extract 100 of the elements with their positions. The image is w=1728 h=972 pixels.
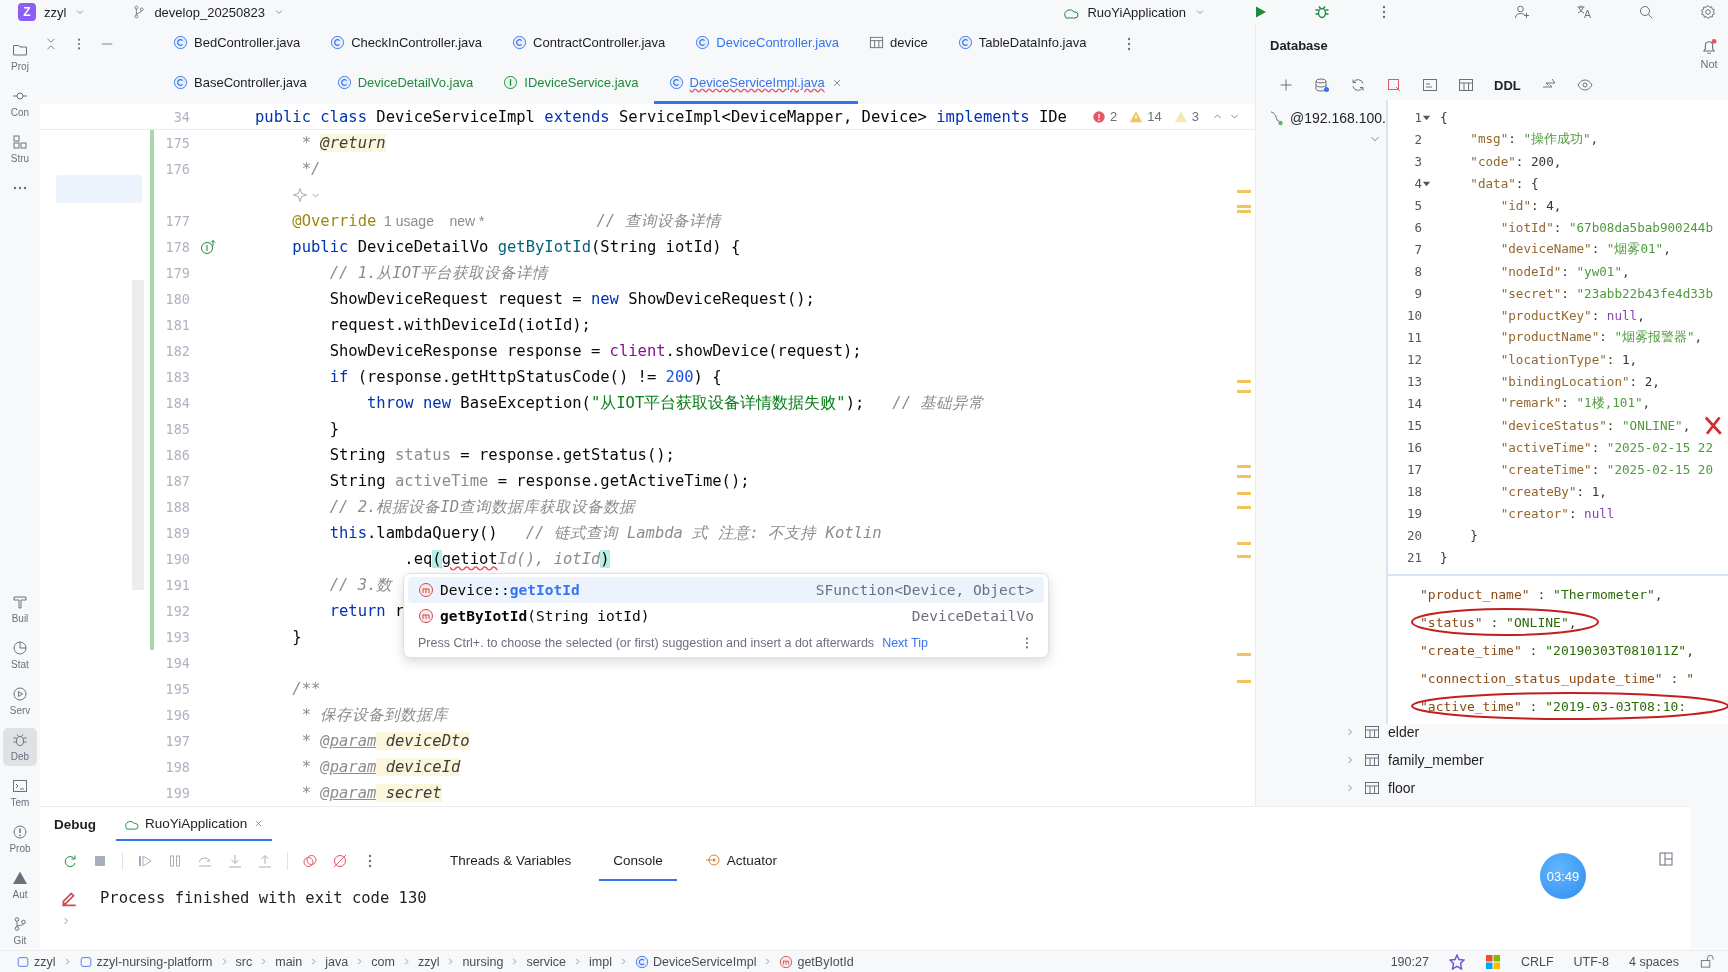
editor-tab[interactable]: BaseController.java: [158, 64, 322, 104]
project-name[interactable]: zzyl: [44, 4, 67, 20]
json-line: "iotId": "67b08da5bab900244b: [1499, 219, 1713, 235]
project-badge: Z: [18, 3, 36, 21]
code-line: this.lambdaQuery() // 链式查询 Lambda 式 注意: 不支持 Kotlin: [328, 522, 882, 544]
tree-item[interactable]: elder: [1388, 724, 1420, 740]
line-number: 181: [164, 317, 190, 333]
connection-name[interactable]: @192.168.100.: [1290, 110, 1386, 126]
notifications-label[interactable]: Not: [1700, 58, 1718, 70]
debug-tab[interactable]: Console: [599, 841, 677, 881]
json-line: "connection_status_update_time" : ": [1420, 670, 1694, 686]
breadcrumb-item[interactable]: nursing: [462, 954, 504, 969]
tool-window-button[interactable]: Tem: [3, 774, 37, 812]
breadcrumb-item[interactable]: com: [371, 954, 395, 969]
json-line: "productKey": null,: [1499, 307, 1645, 323]
file-encoding[interactable]: UTF-8: [1573, 954, 1609, 969]
line-number: 187: [164, 473, 190, 489]
editor-tab[interactable]: DeviceDetailVo.java: [321, 64, 489, 104]
json-line: "active_time" : "2019-03-03T08:10:: [1420, 698, 1687, 714]
breadcrumb-item[interactable]: zzyl: [16, 954, 56, 969]
line-number: 190: [164, 551, 190, 567]
debug-tab[interactable]: Actuator: [690, 841, 792, 881]
line-number: 179: [164, 265, 190, 281]
line-number: 182: [164, 343, 190, 359]
json-line: "status" : "ONLINE",: [1420, 614, 1577, 630]
line-number: 18: [1405, 483, 1422, 499]
editor-tab[interactable]: TableDataInfo.java: [942, 24, 1102, 64]
editor-tab[interactable]: CheckInController.java: [315, 24, 498, 64]
code-line: * @param secret: [300, 784, 442, 802]
tree-item[interactable]: floor: [1388, 780, 1416, 796]
code-line: * @param deviceId: [300, 758, 461, 776]
breadcrumb-item[interactable]: DeviceServiceImpl: [634, 954, 757, 969]
tool-window-button[interactable]: Stru: [3, 130, 37, 168]
editor-tab[interactable]: ContractController.java: [497, 24, 681, 64]
json-line: "secret": "23abb22b43fe4d33b: [1499, 285, 1713, 301]
editor-tab[interactable]: DeviceController.java: [680, 24, 855, 64]
editor-tab[interactable]: device: [854, 24, 943, 64]
warning-count: 14: [1147, 109, 1162, 124]
breadcrumb-item[interactable]: main: [275, 954, 303, 969]
breadcrumb-item[interactable]: impl: [589, 954, 612, 969]
breadcrumb-item[interactable]: getByIotId: [779, 954, 854, 969]
tool-window-button[interactable]: Proj: [3, 38, 37, 76]
tool-window-button[interactable]: Con: [3, 84, 37, 122]
line-separator[interactable]: CRLF: [1520, 954, 1554, 969]
json-line: "deviceStatus": "ONLINE",: [1499, 417, 1691, 433]
tool-window-button[interactable]: Buil: [3, 590, 37, 628]
code-line: // 3.数: [328, 574, 393, 596]
line-number: 15: [1405, 417, 1422, 433]
line-number: 17: [1405, 461, 1422, 477]
line-number: 10: [1405, 307, 1422, 323]
line-number: 194: [164, 655, 190, 671]
code-line: ShowDeviceRequest request = new ShowDeviceRequest();: [328, 290, 815, 308]
tool-window-button[interactable]: Serv: [3, 682, 37, 720]
completion-item[interactable]: getByIotId(String iotId) DeviceDetailVo: [408, 603, 1044, 629]
panel-title: Database: [1270, 37, 1328, 53]
line-number: 186: [164, 447, 190, 463]
completion-item[interactable]: Device::getIotId SFunction<Device, Object>: [408, 577, 1044, 603]
line-number: 21: [1405, 549, 1422, 565]
line-number: 198: [164, 759, 190, 775]
json-line: "createBy": 1,: [1499, 483, 1607, 499]
code-line: public class DeviceServiceImpl extends ServiceImpl<DeviceMapper, Device> implements IDe: [255, 107, 1067, 126]
ddl-button[interactable]: DDL: [1494, 77, 1521, 93]
line-number: 193: [164, 629, 190, 645]
line-number: 14: [1405, 395, 1422, 411]
tool-window-button[interactable]: Prob: [3, 820, 37, 858]
editor-tab[interactable]: BedController.java: [158, 24, 316, 64]
line-number: 1: [1413, 109, 1422, 125]
code-line: String activeTime = response.getActiveTime();: [328, 472, 750, 490]
code-line: public DeviceDetailVo getByIotId(String iotId) {: [291, 238, 741, 256]
json-line: {: [1440, 109, 1448, 125]
breadcrumb-item[interactable]: service: [526, 954, 566, 969]
line-number: 176: [164, 161, 190, 177]
tool-window-button[interactable]: Deb: [3, 728, 37, 766]
tool-window-button[interactable]: Git: [3, 912, 37, 950]
editor-tab[interactable]: IDeviceService.java: [488, 64, 654, 104]
code-line: throw new BaseException("从IOT平台获取设备详情数据失败"); // 基础异常: [365, 392, 985, 414]
code-line: }: [328, 420, 339, 438]
caret-position[interactable]: 190:27: [1390, 954, 1429, 969]
json-line: }: [1469, 527, 1478, 543]
session-tab[interactable]: RuoYiApplication: [116, 807, 273, 841]
line-number: 5: [1413, 197, 1422, 213]
breadcrumb-item[interactable]: zzyl: [417, 954, 440, 969]
run-configuration[interactable]: RuoYiApplication: [1087, 4, 1186, 20]
breadcrumb-item[interactable]: zzyl-nursing-platform: [78, 954, 213, 969]
tool-window-button[interactable]: Stat: [3, 636, 37, 674]
json-line: "productName": "烟雾报警器",: [1499, 328, 1703, 346]
json-line: "create_time" : "20190303T081011Z",: [1420, 642, 1694, 658]
weak-warning-count: 3: [1191, 109, 1199, 124]
next-tip-link[interactable]: Next Tip: [882, 636, 928, 650]
json-line: "remark": "1楼,101",: [1499, 394, 1651, 412]
breadcrumb-item[interactable]: src: [235, 954, 253, 969]
json-line: "activeTime": "2025-02-15 22: [1499, 439, 1713, 455]
tree-item[interactable]: family_member: [1388, 752, 1484, 768]
line-number: 189: [164, 525, 190, 541]
tool-window-button[interactable]: Aut: [3, 866, 37, 904]
debug-tab[interactable]: Threads & Variables: [436, 841, 586, 881]
indent-setting[interactable]: 4 spaces: [1628, 954, 1679, 969]
json-line: "bindingLocation": 2,: [1499, 373, 1660, 389]
breadcrumb-item[interactable]: java: [325, 954, 349, 969]
branch-name[interactable]: develop_20250823: [154, 4, 265, 20]
